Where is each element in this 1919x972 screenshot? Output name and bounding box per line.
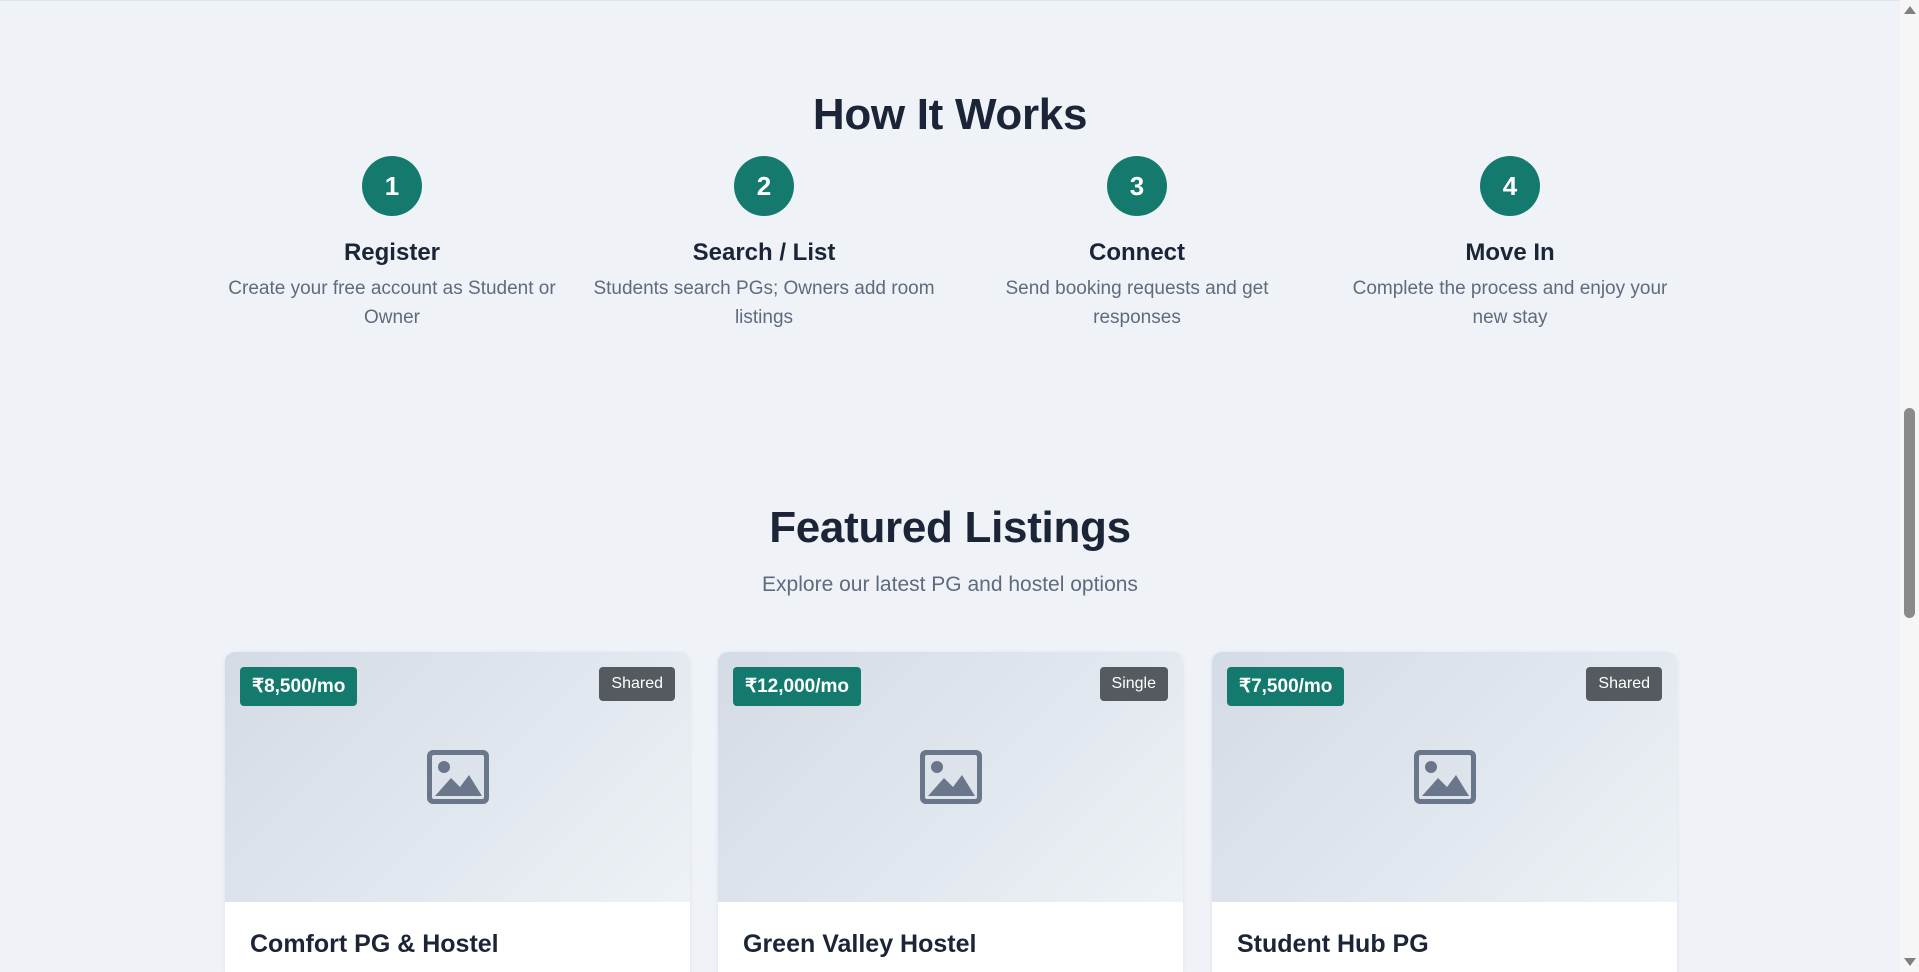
- step-title: Connect: [1089, 239, 1185, 266]
- step-number-badge: 2: [734, 156, 794, 216]
- step-number-badge: 4: [1480, 156, 1540, 216]
- step-register: 1 Register Create your free account as S…: [206, 156, 578, 332]
- step-number-badge: 3: [1107, 156, 1167, 216]
- step-number-badge: 1: [362, 156, 422, 216]
- step-title: Move In: [1465, 239, 1555, 266]
- listing-card[interactable]: ₹12,000/mo Single Green Valley Hostel: [718, 652, 1183, 972]
- step-description: Students search PGs; Owners add room lis…: [593, 278, 935, 328]
- price-badge: ₹8,500/mo: [240, 667, 358, 706]
- listing-title[interactable]: Comfort PG & Hostel: [250, 928, 499, 960]
- room-type-badge: Shared: [1586, 667, 1662, 701]
- step-description: Complete the process and enjoy your new …: [1352, 278, 1668, 328]
- step-description: Send booking requests and get responses: [1005, 278, 1269, 328]
- image-placeholder-icon: [426, 750, 489, 804]
- scroll-up-arrow-icon[interactable]: [1904, 6, 1916, 14]
- room-type-badge: Single: [1099, 667, 1168, 701]
- room-type-badge: Shared: [599, 667, 675, 701]
- listing-card[interactable]: ₹8,500/mo Shared Comfort PG & Hostel: [225, 652, 690, 972]
- step-title: Register: [343, 239, 441, 266]
- step-search-list: 2 Search / List Students search PGs; Own…: [578, 156, 950, 332]
- listing-image[interactable]: ₹8,500/mo Shared: [225, 652, 690, 902]
- price-badge: ₹12,000/mo: [733, 667, 861, 706]
- price-badge: ₹7,500/mo: [1227, 667, 1345, 706]
- step-move-in: 4 Move In Complete the process and enjoy…: [1324, 156, 1696, 332]
- step-description: Create your free account as Student or O…: [228, 278, 556, 328]
- listing-title[interactable]: Green Valley Hostel: [743, 928, 976, 960]
- vertical-scrollbar[interactable]: [1900, 0, 1919, 972]
- top-divider: [0, 0, 1900, 1]
- listing-card[interactable]: ₹7,500/mo Shared Student Hub PG: [1212, 652, 1677, 972]
- scrollbar-thumb[interactable]: [1904, 408, 1915, 618]
- listing-image[interactable]: ₹7,500/mo Shared: [1212, 652, 1677, 902]
- page-viewport: How It Works 1 Register Create your free…: [0, 0, 1900, 972]
- listing-title[interactable]: Student Hub PG: [1237, 928, 1429, 960]
- image-placeholder-icon: [1413, 750, 1476, 804]
- step-connect: 3 Connect Send booking requests and get …: [951, 156, 1323, 332]
- featured-listings-title: Featured Listings: [769, 503, 1131, 552]
- step-title: Search / List: [692, 239, 836, 266]
- how-it-works-title: How It Works: [812, 90, 1088, 139]
- image-placeholder-icon: [919, 750, 982, 804]
- steps-row: 1 Register Create your free account as S…: [0, 156, 1900, 356]
- listing-image[interactable]: ₹12,000/mo Single: [718, 652, 1183, 902]
- scroll-down-arrow-icon[interactable]: [1904, 958, 1916, 966]
- featured-listings-subtitle: Explore our latest PG and hostel options: [762, 573, 1138, 596]
